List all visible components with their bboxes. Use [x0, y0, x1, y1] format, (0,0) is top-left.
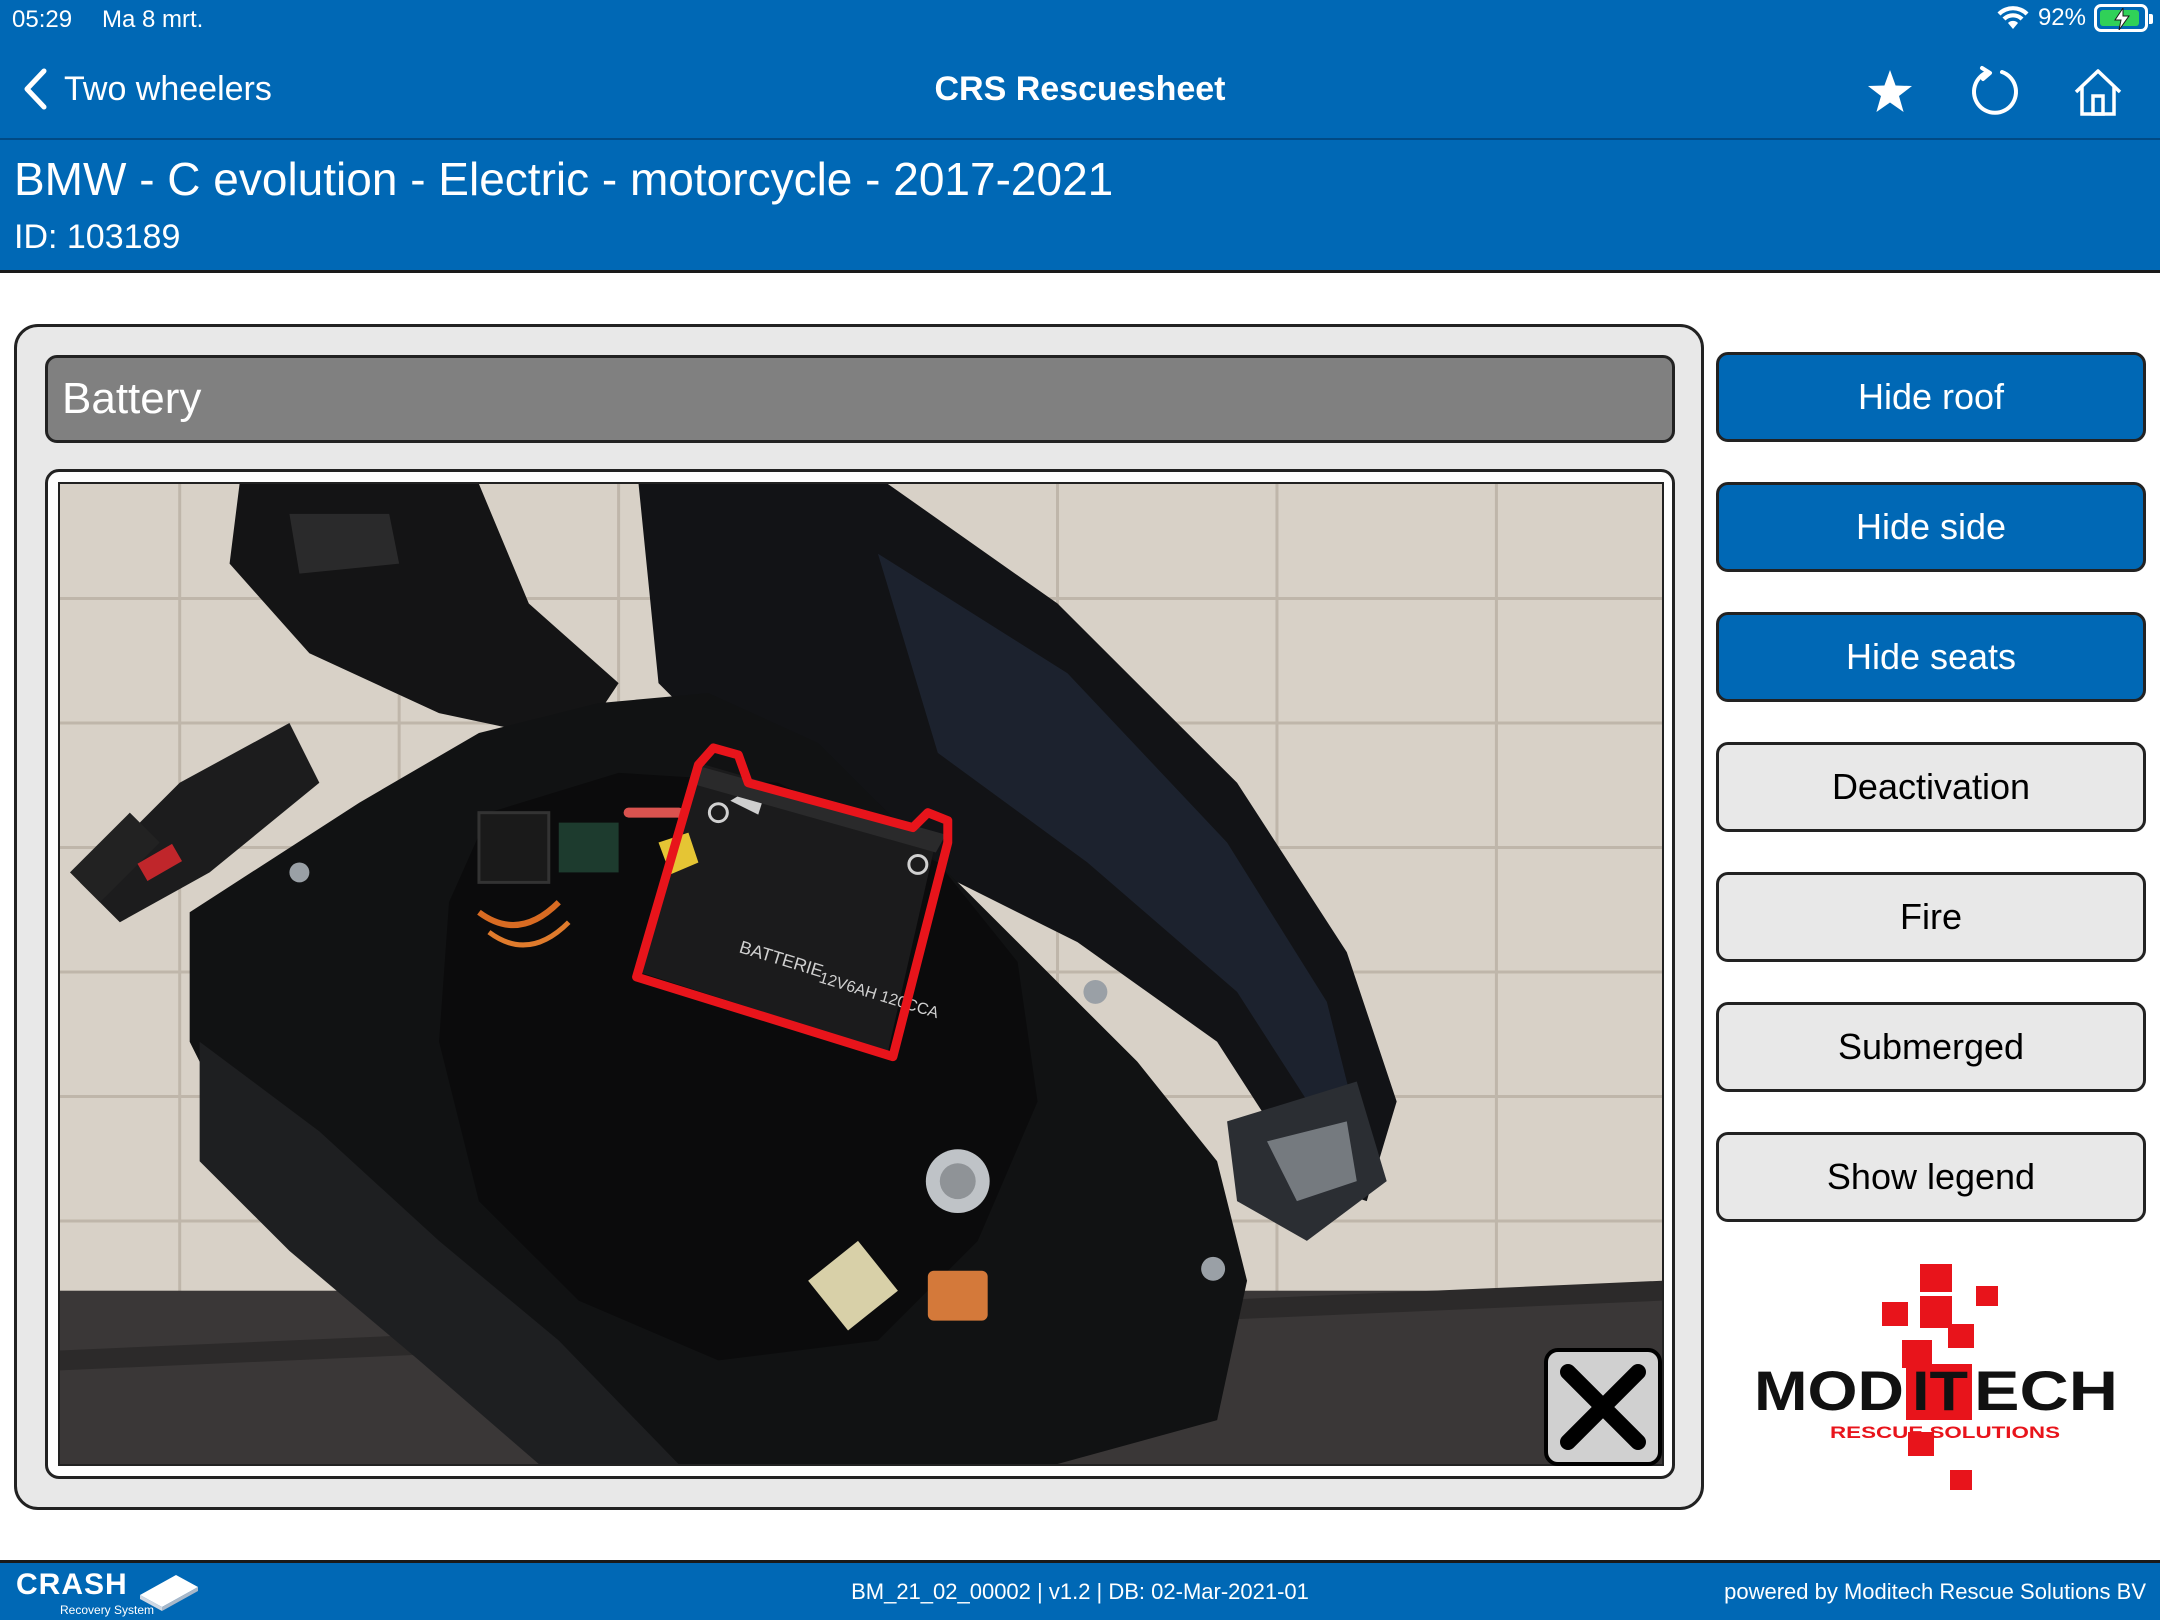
nav-title: CRS Rescuesheet: [934, 70, 1226, 108]
header-bottom-border: [0, 270, 2160, 273]
moditech-logo: MOD IT ECH RESCUE SOLUTIONS: [1752, 1262, 2122, 1494]
status-time: 05:29: [12, 6, 73, 33]
status-date: Ma 8 mrt.: [102, 6, 204, 33]
footer: CRASH Recovery System BM_21_02_00002 | v…: [0, 1560, 2160, 1620]
battery-percent: 92%: [2037, 4, 2086, 31]
deactivation-button[interactable]: Deactivation: [1716, 742, 2146, 832]
fire-button[interactable]: Fire: [1716, 872, 2146, 962]
battery-icon: [2094, 4, 2153, 32]
panel-title: Battery: [45, 355, 1675, 443]
logo-text-right: ECH: [1974, 1359, 2118, 1422]
rescue-panel: Battery BATTERIE 12V6AH 120CCA: [14, 324, 1704, 1510]
battery-nub: [2149, 14, 2153, 24]
charging-bolt-icon: [2114, 8, 2130, 30]
vehicle-id: ID: 103189: [14, 218, 181, 256]
hide-seats-button[interactable]: Hide seats: [1716, 612, 2146, 702]
powered-by: powered by Moditech Rescue Solutions BV: [1724, 1579, 2146, 1604]
home-icon: [2074, 69, 2122, 116]
logo-text-left: MOD: [1754, 1359, 1904, 1422]
image-frame: BATTERIE 12V6AH 120CCA: [45, 469, 1675, 1479]
star-icon: [1868, 70, 1912, 112]
crash-logo-sub: Recovery System: [60, 1603, 155, 1617]
hide-roof-button[interactable]: Hide roof: [1716, 352, 2146, 442]
logo-tagline: RESCUE SOLUTIONS: [1830, 1423, 2060, 1442]
app: 05:29 Ma 8 mrt. 92% Two wheelers CRS Res…: [0, 0, 2160, 1620]
logo-text-mid: IT: [1912, 1359, 1968, 1422]
battery-location-photo: BATTERIE 12V6AH 120CCA: [58, 482, 1664, 1466]
wifi-icon: [1997, 6, 2029, 29]
status-bar: 05:29 Ma 8 mrt. 92%: [0, 0, 2160, 40]
favorite-button[interactable]: [1862, 64, 1918, 120]
status-right: 92%: [1996, 4, 2153, 32]
submerged-button[interactable]: Submerged: [1716, 1002, 2146, 1092]
close-image-button[interactable]: [1544, 1348, 1662, 1466]
refresh-button[interactable]: [1966, 64, 2022, 120]
motorcycle-illustration: BATTERIE 12V6AH 120CCA: [60, 484, 1662, 1464]
header-divider: [0, 138, 2160, 140]
vehicle-title: BMW - C evolution - Electric - motorcycl…: [14, 153, 1114, 205]
nav-bar: Two wheelers CRS Rescuesheet: [0, 48, 2160, 136]
refresh-icon: [1972, 66, 2018, 115]
close-icon: [1560, 1364, 1646, 1450]
show-legend-button[interactable]: Show legend: [1716, 1132, 2146, 1222]
home-button[interactable]: [2070, 64, 2126, 120]
header: 05:29 Ma 8 mrt. 92% Two wheelers CRS Res…: [0, 0, 2160, 273]
hide-side-button[interactable]: Hide side: [1716, 482, 2146, 572]
